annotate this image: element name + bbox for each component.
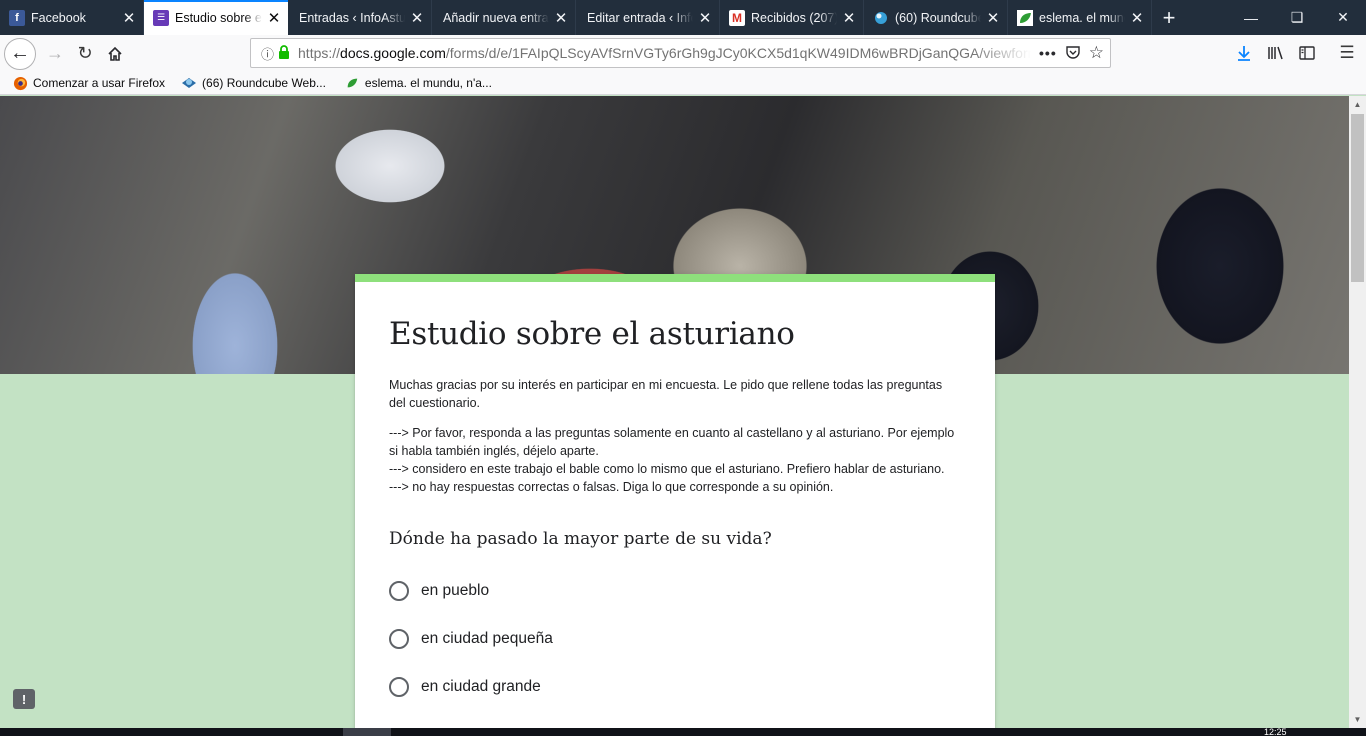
close-icon[interactable]: ✕ xyxy=(553,10,569,27)
home-icon xyxy=(108,46,122,61)
taskbar-active-app[interactable] xyxy=(343,728,391,736)
scroll-up-arrow-icon[interactable]: ▲ xyxy=(1349,96,1366,113)
lock-icon[interactable] xyxy=(278,44,290,62)
gmail-icon: M xyxy=(729,9,745,26)
info-icon[interactable]: ⓘ xyxy=(261,44,274,63)
bookmark-firefox[interactable]: Comenzar a usar Firefox xyxy=(12,75,165,91)
sidebar-icon xyxy=(1299,46,1315,60)
firefox-icon xyxy=(12,75,28,91)
menu-button[interactable]: ☰ xyxy=(1332,38,1362,68)
tab-strip: f Facebook ✕ ☰ Estudio sobre el asturian… xyxy=(0,0,1366,35)
eslema-leaf-icon xyxy=(1017,9,1033,26)
page-actions-icon[interactable]: ••• xyxy=(1039,45,1057,61)
pocket-icon[interactable] xyxy=(1065,44,1081,63)
download-arrow-icon xyxy=(1238,46,1250,61)
url-host: docs.google.com xyxy=(340,45,446,61)
tab-title: Recibidos (207) xyxy=(751,10,837,25)
tab-title: Facebook xyxy=(31,10,86,25)
description-notes: ---> Por favor, responda a las preguntas… xyxy=(389,424,961,496)
tab-anadir-entrada[interactable]: Añadir nueva entrada ✕ xyxy=(432,0,576,35)
sidebar-button[interactable] xyxy=(1292,38,1322,68)
scroll-thumb[interactable] xyxy=(1351,114,1364,282)
radio-option-ciudad-grande[interactable]: en ciudad grande xyxy=(389,663,961,711)
google-forms-icon: ☰ xyxy=(153,9,169,26)
tab-facebook[interactable]: f Facebook ✕ xyxy=(0,0,144,35)
hamburger-icon: ☰ xyxy=(1339,43,1355,62)
close-icon[interactable]: ✕ xyxy=(841,10,857,27)
form-header-card: Estudio sobre el asturiano Muchas gracia… xyxy=(355,274,995,728)
arrow-left-icon: ← xyxy=(10,42,30,64)
report-feedback-icon[interactable]: ! xyxy=(13,689,35,709)
radio-group: en pueblo en ciudad pequeña en ciudad gr… xyxy=(389,567,961,711)
tab-eslema[interactable]: eslema. el mundu, n'asturianu ✕ xyxy=(1008,0,1152,35)
bookmarks-toolbar: Comenzar a usar Firefox (66) Roundcube W… xyxy=(0,72,1366,95)
radio-option-label: en pueblo xyxy=(421,582,490,599)
radio-button[interactable] xyxy=(389,677,409,697)
close-window-button[interactable]: ✕ xyxy=(1320,0,1366,35)
tab-title: eslema. el mundu, n'asturianu xyxy=(1039,10,1125,25)
bookmark-star-icon[interactable]: ☆ xyxy=(1089,43,1104,63)
reload-icon: ↻ xyxy=(77,43,93,63)
bookmark-roundcube[interactable]: (66) Roundcube Web... xyxy=(181,75,326,91)
roundcube-icon xyxy=(181,75,197,91)
description-note: ---> considero en este trabajo el bable … xyxy=(389,462,945,476)
tab-title: Entradas ‹ InfoAsturies xyxy=(299,10,405,25)
tab-title: (60) Roundcube Webmail xyxy=(895,10,981,25)
close-icon[interactable]: ✕ xyxy=(121,10,137,27)
description-note: ---> no hay respuestas correctas o falsa… xyxy=(389,480,834,494)
roundcube-icon xyxy=(873,10,889,26)
tab-entradas[interactable]: Entradas ‹ InfoAsturies ✕ xyxy=(288,0,432,35)
tab-roundcube[interactable]: (60) Roundcube Webmail ✕ xyxy=(864,0,1008,35)
facebook-icon: f xyxy=(9,9,25,26)
navigation-toolbar: ← → ↻ ⓘ https://docs.google.com/forms/d/… xyxy=(0,35,1366,72)
bookmark-label: eslema. el mundu, n'a... xyxy=(364,76,492,90)
downloads-button[interactable] xyxy=(1229,38,1259,68)
library-button[interactable] xyxy=(1261,38,1291,68)
radio-button[interactable] xyxy=(389,629,409,649)
radio-option-label: en ciudad grande xyxy=(421,678,541,695)
vertical-scrollbar[interactable]: ▲ ▼ xyxy=(1349,96,1366,728)
tab-title: Añadir nueva entrada xyxy=(443,10,549,25)
close-icon[interactable]: ✕ xyxy=(697,10,713,27)
tab-title: Estudio sobre el asturiano xyxy=(175,10,262,25)
minimize-window-button[interactable]: — xyxy=(1228,0,1274,35)
bookmark-label: Comenzar a usar Firefox xyxy=(33,76,166,90)
reload-button[interactable]: ↻ xyxy=(70,39,100,69)
restore-window-button[interactable]: ❏ xyxy=(1274,0,1320,35)
radio-option-pueblo[interactable]: en pueblo xyxy=(389,567,961,615)
url-bar[interactable]: ⓘ https://docs.google.com/forms/d/e/1FAI… xyxy=(250,38,1111,68)
forward-button[interactable]: → xyxy=(40,39,70,69)
question-title: Dónde ha pasado la mayor parte de su vid… xyxy=(389,529,772,549)
radio-option-ciudad-pequena[interactable]: en ciudad pequeña xyxy=(389,615,961,663)
bookmark-eslema[interactable]: eslema. el mundu, n'a... xyxy=(344,75,492,91)
library-icon xyxy=(1268,46,1283,60)
tab-title: Editar entrada ‹ InfoAsturies xyxy=(587,10,693,25)
form-title: Estudio sobre el asturiano xyxy=(389,316,795,352)
url-path: /forms/d/e/1FAIpQLScyAVfSrnVGTy6rGh9gJCy… xyxy=(445,45,1032,61)
os-taskbar: 12:25 xyxy=(0,728,1366,736)
close-icon[interactable]: ✕ xyxy=(985,10,1001,27)
radio-button[interactable] xyxy=(389,581,409,601)
bookmark-label: (66) Roundcube Web... xyxy=(202,76,326,90)
description-intro: Muchas gracias por su interés en partici… xyxy=(389,378,943,410)
tab-estudio-asturiano[interactable]: ☰ Estudio sobre el asturiano ✕ xyxy=(144,0,288,35)
tab-editar-entrada[interactable]: Editar entrada ‹ InfoAsturies ✕ xyxy=(576,0,720,35)
description-note: ---> Por favor, responda a las preguntas… xyxy=(389,426,955,458)
eslema-leaf-icon xyxy=(344,75,360,91)
form-description: Muchas gracias por su interés en partici… xyxy=(389,376,961,496)
url-text[interactable]: https://docs.google.com/forms/d/e/1FAIpQ… xyxy=(298,45,1031,61)
new-tab-button[interactable]: + xyxy=(1152,0,1186,35)
close-icon[interactable]: ✕ xyxy=(1129,10,1145,27)
close-icon[interactable]: ✕ xyxy=(266,10,282,27)
radio-option-label: en ciudad pequeña xyxy=(421,630,553,647)
back-button[interactable]: ← xyxy=(4,37,36,70)
url-scheme: https:// xyxy=(298,45,341,61)
home-button[interactable] xyxy=(100,39,130,69)
arrow-right-icon: → xyxy=(46,43,64,63)
taskbar-clock[interactable]: 12:25 xyxy=(1264,728,1287,736)
page-viewport: Estudio sobre el asturiano Muchas gracia… xyxy=(0,96,1349,728)
tab-gmail[interactable]: M Recibidos (207) ✕ xyxy=(720,0,864,35)
scroll-down-arrow-icon[interactable]: ▼ xyxy=(1349,711,1366,728)
close-icon[interactable]: ✕ xyxy=(409,10,425,27)
